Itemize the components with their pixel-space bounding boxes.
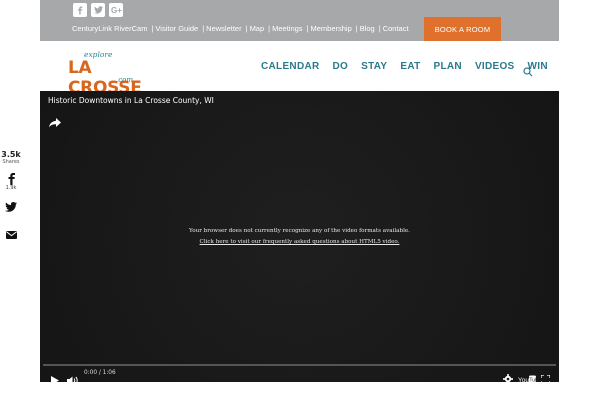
progress-bar[interactable] — [43, 364, 556, 366]
nav-item-eat[interactable]: EAT — [400, 61, 420, 72]
page: 3.5k Shares 1.9k G+ CenturyLink RiverCam… — [0, 0, 600, 400]
utility-link-meetings[interactable]: Meetings — [272, 24, 302, 33]
share-rail: 3.5k Shares 1.9k — [0, 150, 22, 253]
facebook-icon — [78, 6, 83, 14]
settings-button[interactable] — [503, 369, 513, 384]
nav-item-videos[interactable]: VIDEOS — [475, 61, 515, 72]
utility-separator: | — [151, 24, 154, 33]
twitter-link[interactable] — [91, 3, 105, 17]
utility-link-rivercam[interactable]: CenturyLink RiverCam — [72, 24, 147, 33]
site-header: explore LA CROSSE .com CALENDAR DO STAY … — [40, 41, 561, 98]
twitter-icon — [93, 6, 103, 14]
social-links: G+ — [73, 3, 123, 17]
utility-link-map[interactable]: Map — [250, 24, 265, 33]
video-error-message: Your browser does not currently recogniz… — [40, 226, 559, 248]
svg-text:Tube: Tube — [529, 378, 536, 384]
utility-link-newsletter[interactable]: Newsletter — [206, 24, 241, 33]
video-error-text: Your browser does not currently recogniz… — [189, 228, 410, 234]
svg-text:You: You — [518, 377, 529, 384]
email-icon — [5, 231, 17, 239]
video-controls: 0:00 / 1:06 You Tube — [40, 364, 559, 385]
facebook-link[interactable] — [73, 3, 87, 17]
utility-nav: CenturyLink RiverCam | Visitor Guide | N… — [72, 24, 413, 33]
search-button[interactable] — [523, 62, 535, 77]
fullscreen-button[interactable] — [540, 369, 551, 385]
nav-item-plan[interactable]: PLAN — [434, 61, 462, 72]
utility-separator: | — [202, 24, 205, 33]
main-nav: CALENDAR DO STAY EAT PLAN VIDEOS WIN — [261, 61, 561, 72]
share-facebook-button[interactable]: 1.9k — [0, 173, 22, 195]
utility-link-blog[interactable]: Blog — [360, 24, 375, 33]
utility-separator: | — [268, 24, 271, 33]
video-player[interactable]: Historic Downtowns in La Crosse County, … — [40, 91, 559, 385]
utility-link-contact[interactable]: Contact — [383, 24, 409, 33]
fullscreen-icon — [540, 374, 551, 385]
logo-com-text: .com — [116, 76, 133, 84]
top-bar: G+ CenturyLink RiverCam | Visitor Guide … — [40, 0, 559, 41]
volume-button[interactable] — [67, 370, 79, 385]
google-plus-icon: G+ — [111, 6, 122, 14]
play-button[interactable] — [51, 370, 60, 385]
search-icon — [523, 67, 533, 77]
share-total: 3.5k — [1, 150, 21, 159]
video-share-button[interactable] — [49, 113, 61, 128]
facebook-icon — [8, 173, 15, 185]
utility-separator: | — [378, 24, 381, 33]
share-facebook-count: 1.9k — [5, 185, 17, 191]
utility-separator: | — [355, 24, 358, 33]
share-email-button[interactable] — [0, 231, 22, 253]
share-twitter-button[interactable] — [0, 202, 22, 224]
video-title[interactable]: Historic Downtowns in La Crosse County, … — [48, 96, 214, 105]
site-logo[interactable]: explore LA CROSSE .com — [68, 50, 158, 98]
book-a-room-button[interactable]: BOOK A ROOM — [424, 17, 501, 41]
svg-text:G+: G+ — [111, 6, 122, 14]
utility-link-membership[interactable]: Membership — [311, 24, 352, 33]
html5-faq-link[interactable]: Click here to visit our frequently asked… — [40, 237, 559, 248]
utility-separator: | — [245, 24, 248, 33]
share-arrow-icon — [49, 118, 61, 128]
utility-link-visitor-guide[interactable]: Visitor Guide — [155, 24, 198, 33]
twitter-icon — [5, 202, 17, 212]
gear-icon — [503, 374, 513, 384]
youtube-icon: You Tube — [518, 375, 541, 384]
volume-icon — [67, 376, 78, 385]
share-total-label: Shares — [2, 159, 20, 165]
play-icon — [51, 376, 59, 385]
youtube-button[interactable]: You Tube — [518, 369, 541, 384]
nav-item-stay[interactable]: STAY — [361, 61, 387, 72]
nav-item-calendar[interactable]: CALENDAR — [261, 61, 320, 72]
nav-item-do[interactable]: DO — [333, 61, 349, 72]
video-time: 0:00 / 1:06 — [84, 370, 116, 376]
utility-separator: | — [306, 24, 309, 33]
google-plus-link[interactable]: G+ — [109, 3, 123, 17]
